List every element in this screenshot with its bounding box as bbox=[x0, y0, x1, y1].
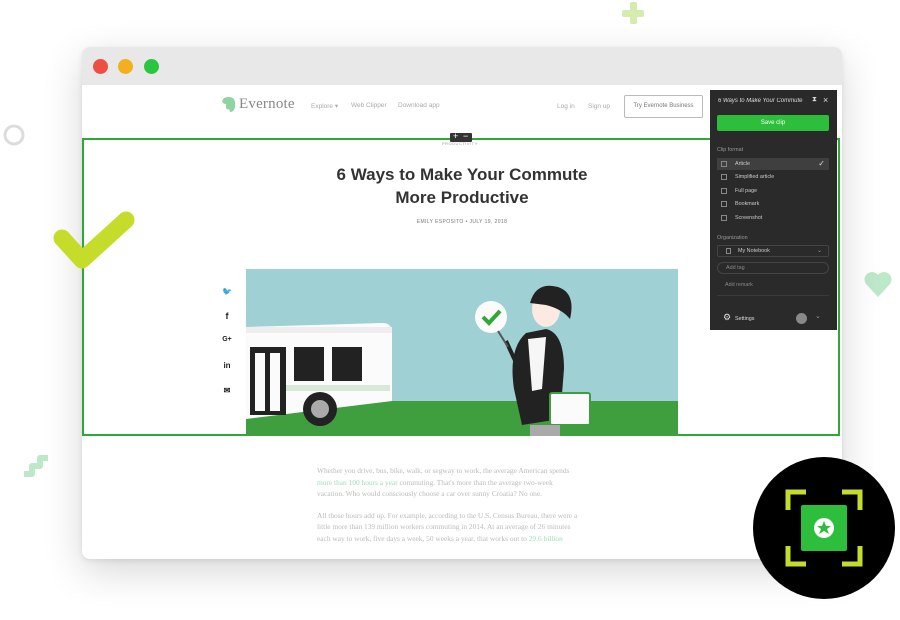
nav-sign-up[interactable]: Sign up bbox=[588, 103, 610, 110]
format-article[interactable]: Article ✓ bbox=[717, 158, 829, 170]
nav-log-in[interactable]: Log in bbox=[557, 103, 575, 110]
expand-selection-icon[interactable]: + bbox=[453, 131, 458, 141]
paragraph-2-text-b: little more than 139 million workers com… bbox=[317, 522, 571, 531]
panel-divider bbox=[717, 295, 829, 296]
article-category: PRODUCTIVITY bbox=[442, 141, 478, 146]
window-titlebar bbox=[82, 47, 842, 85]
organization-label: Organization bbox=[717, 235, 748, 241]
add-tag-placeholder: Add tag bbox=[726, 265, 745, 271]
format-screenshot-label: Screenshot bbox=[735, 215, 763, 221]
close-panel-icon[interactable]: × bbox=[823, 95, 828, 105]
screenshot-badge bbox=[753, 457, 895, 599]
full-page-icon bbox=[721, 188, 727, 194]
checkmark-decoration bbox=[52, 208, 138, 274]
bookmark-icon bbox=[721, 201, 727, 207]
social-share-bar: 🐦 f G+ in ✉ bbox=[220, 287, 234, 407]
evernote-logo[interactable]: Evernote bbox=[221, 95, 301, 115]
format-bookmark[interactable]: Bookmark bbox=[717, 198, 829, 210]
heart-decoration bbox=[862, 268, 894, 300]
linkedin-icon[interactable]: in bbox=[220, 361, 234, 370]
paragraph-1: Whether you drive, bus, bike, walk, or s… bbox=[317, 465, 647, 500]
collapse-panel-icon[interactable]: ⧗ bbox=[812, 96, 817, 104]
close-window-icon[interactable] bbox=[93, 59, 108, 74]
logo-text: Evernote bbox=[239, 96, 295, 112]
article-hero-image bbox=[246, 269, 678, 436]
plus-decoration bbox=[622, 2, 644, 24]
try-business-button[interactable]: Try Evernote Business bbox=[624, 95, 703, 118]
article-title-line1: 6 Ways to Make Your Commute bbox=[336, 165, 588, 184]
nav-download-app[interactable]: Download app bbox=[398, 102, 440, 109]
nav-web-clipper[interactable]: Web Clipper bbox=[351, 102, 387, 109]
facebook-icon[interactable]: f bbox=[220, 311, 234, 321]
twitter-icon[interactable]: 🐦 bbox=[220, 287, 234, 296]
minimize-window-icon[interactable] bbox=[118, 59, 133, 74]
format-simplified-article[interactable]: Simplified article bbox=[717, 171, 829, 183]
article-format-icon bbox=[721, 161, 727, 167]
format-screenshot[interactable]: Screenshot bbox=[717, 212, 829, 224]
clip-note-title[interactable]: 6 Ways to Make Your Commute bbox=[718, 98, 810, 104]
commute-hours-link[interactable]: more than 100 hours a year bbox=[317, 478, 398, 487]
paragraph-1-text-c: vacation. Who would consciously choose a… bbox=[317, 489, 543, 498]
nav-explore[interactable]: Explore ▾ bbox=[311, 102, 338, 110]
chevron-down-icon: ⌄ bbox=[816, 248, 822, 254]
article-byline: EMILY ESPOSITO • JULY 19, 2018 bbox=[416, 219, 508, 225]
paragraph-2-text-c: each way to work, five days a week, 50 w… bbox=[317, 533, 529, 543]
settings-gear-icon[interactable]: ⚙ bbox=[723, 312, 731, 323]
email-icon[interactable]: ✉ bbox=[220, 386, 234, 395]
shrink-selection-icon[interactable]: − bbox=[463, 131, 468, 141]
clip-format-label: Clip format bbox=[717, 147, 744, 153]
add-remark-input[interactable]: Add remark bbox=[725, 282, 753, 288]
paragraph-1-text: Whether you drive, bus, bike, walk, or s… bbox=[317, 466, 570, 475]
account-chevron-icon[interactable]: ⌄ bbox=[815, 312, 821, 320]
paragraph-2: All those hours add up. For example, acc… bbox=[317, 510, 647, 545]
add-tag-input[interactable]: Add tag bbox=[717, 262, 829, 274]
elephant-icon bbox=[222, 97, 236, 112]
notebook-icon bbox=[726, 248, 731, 254]
simplified-article-icon bbox=[721, 174, 727, 180]
billion-link[interactable]: 29.6 billion bbox=[529, 534, 563, 543]
format-article-label: Article bbox=[735, 161, 750, 167]
maximize-window-icon[interactable] bbox=[144, 59, 159, 74]
account-avatar[interactable] bbox=[796, 313, 807, 324]
screenshot-icon bbox=[721, 215, 727, 221]
format-bookmark-label: Bookmark bbox=[735, 201, 760, 207]
paragraph-1-text-b: commuting. That's more than the average … bbox=[397, 477, 553, 487]
web-clipper-panel: 6 Ways to Make Your Commute ⧗ × Save cli… bbox=[710, 90, 837, 330]
format-full-page[interactable]: Full page bbox=[717, 185, 829, 197]
article-title: 6 Ways to Make Your Commute More Product… bbox=[302, 163, 622, 209]
paragraph-2-text-a: All those hours add up. For example, acc… bbox=[317, 510, 578, 520]
google-plus-icon[interactable]: G+ bbox=[220, 336, 234, 343]
checkmark-icon: ✓ bbox=[818, 159, 825, 168]
notebook-select[interactable]: My Notebook ⌄ bbox=[717, 245, 829, 257]
save-clip-button[interactable]: Save clip bbox=[717, 115, 829, 131]
format-full-page-label: Full page bbox=[735, 188, 758, 194]
browser-window: Evernote Explore ▾ Web Clipper Download … bbox=[82, 47, 842, 559]
capture-frame-icon bbox=[785, 489, 863, 567]
article-title-line2: More Productive bbox=[395, 188, 529, 207]
zigzag-decoration bbox=[22, 446, 54, 478]
article-body: Whether you drive, bus, bike, walk, or s… bbox=[317, 465, 647, 544]
ring-decoration bbox=[3, 124, 25, 146]
format-simplified-label: Simplified article bbox=[735, 174, 775, 180]
notebook-name: My Notebook bbox=[738, 248, 770, 254]
settings-label[interactable]: Settings bbox=[735, 316, 754, 322]
